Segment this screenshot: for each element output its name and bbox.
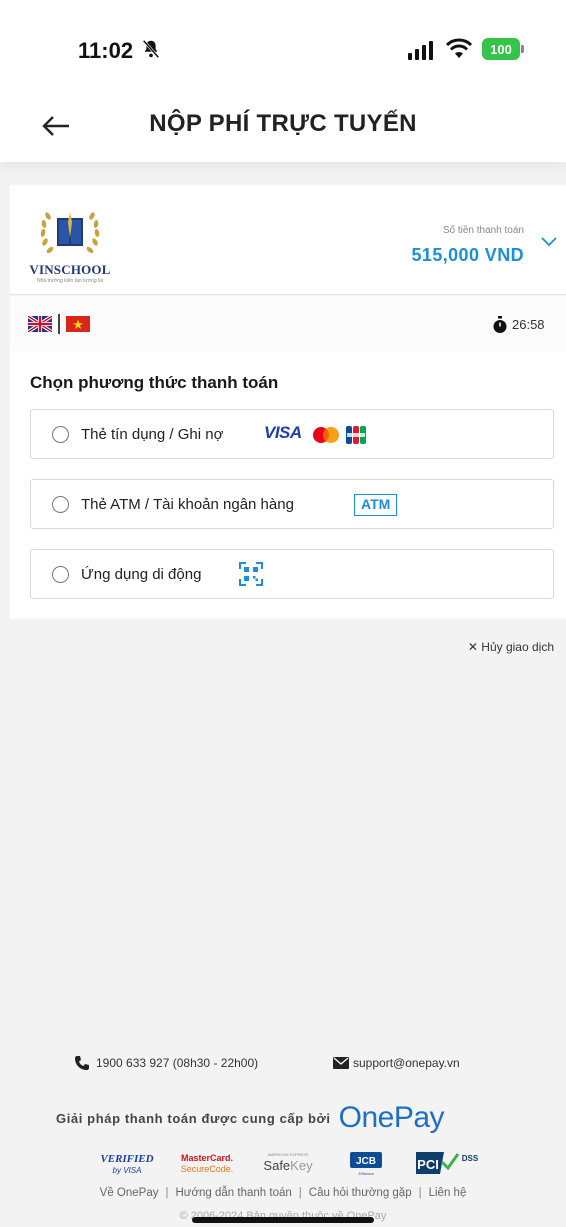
amount-label: Số tiền thanh toán xyxy=(442,225,524,236)
merchant-panel: VINSCHOOL Nhà trường kiến tạo tương lai … xyxy=(10,185,566,295)
payment-methods-title: Chọn phương thức thanh toán xyxy=(30,373,279,392)
laurel-book-icon xyxy=(40,212,100,254)
onepay-logo: OnePay xyxy=(338,1101,445,1134)
verified-by-visa-badge: VERIFIED by VISA xyxy=(100,1153,153,1175)
battery-indicator: 100 xyxy=(482,38,524,60)
svg-text:SecureCode.: SecureCode. xyxy=(181,1164,234,1174)
page-title: NỘP PHÍ TRỰC TUYẾN xyxy=(149,110,417,137)
divider: | xyxy=(298,1187,302,1199)
chevron-down-icon[interactable] xyxy=(540,235,558,249)
svg-text:J/Secure: J/Secure xyxy=(358,1171,375,1176)
mail-icon xyxy=(333,1057,349,1069)
jcb-badge: JCB J/Secure xyxy=(350,1152,382,1176)
svg-text:DSS: DSS xyxy=(462,1154,479,1163)
qr-scan-icon xyxy=(239,562,263,586)
payment-methods-section: Chọn phương thức thanh toán Thẻ tín dụng… xyxy=(10,351,566,619)
visa-logo: VISA xyxy=(264,423,302,442)
bell-slash-icon xyxy=(142,39,160,59)
flag-divider xyxy=(58,314,60,334)
status-time: 11:02 xyxy=(78,38,134,63)
language-timer-row: 26:58 xyxy=(10,296,566,351)
method-mobile-app[interactable]: Ứng dụng di động xyxy=(30,549,554,599)
countdown-timer: 26:58 xyxy=(512,317,545,332)
home-indicator xyxy=(192,1217,374,1223)
support-email[interactable]: support@onepay.vn xyxy=(353,1056,460,1070)
provider-text: Giải pháp thanh toán được cung cấp bởi xyxy=(56,1110,331,1126)
divider: | xyxy=(418,1187,422,1199)
jcb-icon xyxy=(346,426,366,444)
provider-line: Giải pháp thanh toán được cung cấp bởi O… xyxy=(56,1100,445,1136)
mastercard-icon xyxy=(313,427,339,443)
signal-icon xyxy=(408,41,433,60)
support-phone[interactable]: 1900 633 927 (08h30 - 22h00) xyxy=(96,1056,258,1070)
svg-text:AMERICAN EXPRESS: AMERICAN EXPRESS xyxy=(267,1152,308,1157)
svg-text:SafeKey: SafeKey xyxy=(263,1158,313,1173)
flag-vn-icon[interactable] xyxy=(66,316,90,332)
atm-badge: ATM xyxy=(354,494,398,516)
divider: | xyxy=(165,1187,169,1199)
stopwatch-icon xyxy=(493,316,507,333)
wifi-icon xyxy=(446,38,472,58)
method-label: Ứng dụng di động xyxy=(81,566,202,583)
mastercard-securecode-badge: MasterCard. SecureCode. xyxy=(181,1153,234,1174)
status-bar: 11:02 100 xyxy=(0,0,566,90)
method-atm-card[interactable]: Thẻ ATM / Tài khoản ngân hàng ATM xyxy=(30,479,554,529)
pci-dss-badge: PCI DSS xyxy=(416,1152,479,1174)
radio-button[interactable] xyxy=(52,496,69,513)
svg-text:by VISA: by VISA xyxy=(113,1166,142,1175)
method-credit-card[interactable]: Thẻ tín dụng / Ghi nợ VISA xyxy=(30,409,554,459)
method-label: Thẻ tín dụng / Ghi nợ xyxy=(81,426,224,443)
radio-button[interactable] xyxy=(52,426,69,443)
svg-text:PCI: PCI xyxy=(417,1157,439,1172)
footer-links: Về OnePay | Hướng dẫn thanh toán | Câu hỏi t… xyxy=(0,1187,566,1199)
footer-link-about[interactable]: Về OnePay xyxy=(100,1187,159,1199)
app-header: NỘP PHÍ TRỰC TUYẾN xyxy=(0,90,566,162)
svg-text:VERIFIED: VERIFIED xyxy=(100,1153,153,1165)
flag-uk-icon[interactable] xyxy=(28,316,52,332)
footer-link-faq[interactable]: Câu hỏi thường gặp xyxy=(309,1187,412,1199)
radio-button[interactable] xyxy=(52,566,69,583)
merchant-logo: VINSCHOOL Nhà trường kiến tạo tương lai xyxy=(20,200,120,285)
security-badges: VERIFIED by VISA MasterCard. SecureCode.… xyxy=(96,1148,496,1180)
safekey-badge: AMERICAN EXPRESS SafeKey xyxy=(263,1152,313,1173)
phone-icon xyxy=(75,1056,89,1070)
merchant-name: VINSCHOOL xyxy=(29,262,111,277)
svg-text:MasterCard.: MasterCard. xyxy=(181,1153,233,1163)
footer-link-contact[interactable]: Liên hệ xyxy=(429,1187,467,1199)
cancel-transaction-link[interactable]: ✕ Hủy giao dịch xyxy=(468,640,554,654)
method-label: Thẻ ATM / Tài khoản ngân hàng xyxy=(81,496,294,513)
footer-link-guide[interactable]: Hướng dẫn thanh toán xyxy=(175,1187,291,1199)
merchant-tagline: Nhà trường kiến tạo tương lai xyxy=(36,278,104,284)
amount-value: 515,000 VND xyxy=(411,245,524,265)
svg-text:JCB: JCB xyxy=(356,1156,376,1167)
